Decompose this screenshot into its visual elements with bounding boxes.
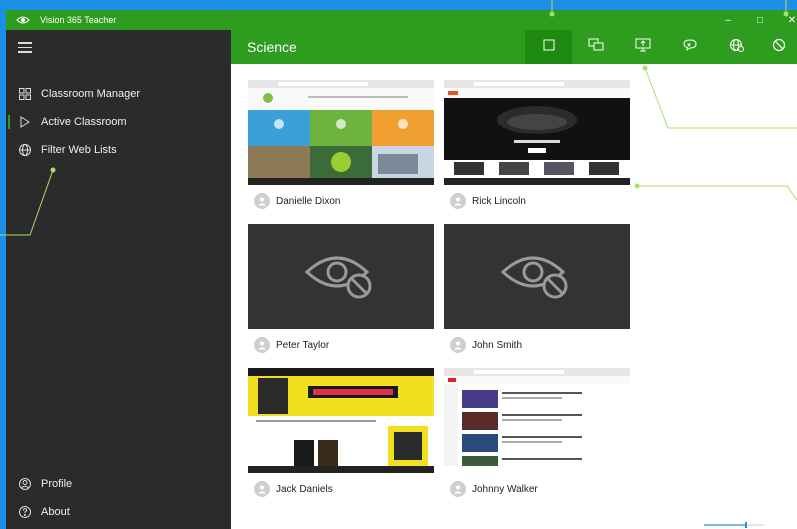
student-tile[interactable]: Danielle Dixon (248, 80, 434, 209)
help-icon (18, 505, 32, 519)
page-title: Science (247, 39, 297, 55)
student-name: Rick Lincoln (472, 195, 526, 207)
student-name-row: Danielle Dixon (248, 192, 340, 210)
student-tile[interactable]: Peter Taylor (248, 224, 434, 353)
student-name-row: John Smith (444, 336, 522, 354)
windows-view-button[interactable] (572, 30, 619, 64)
student-tile[interactable]: Johnny Walker (444, 368, 630, 497)
close-button[interactable]: ✕ (777, 10, 797, 30)
student-name-row: Rick Lincoln (444, 192, 526, 210)
share-screen-icon (635, 38, 651, 57)
student-screen-thumbnail[interactable] (248, 224, 434, 329)
avatar (254, 193, 270, 209)
play-icon (18, 115, 32, 129)
zoom-slider[interactable] (704, 515, 764, 528)
student-screen-thumbnail[interactable] (248, 80, 434, 185)
avatar (450, 481, 466, 497)
thumbnail-view-button[interactable] (525, 30, 572, 64)
block-button[interactable] (760, 30, 797, 64)
avatar (254, 481, 270, 497)
share-screen-button[interactable] (619, 30, 666, 64)
avatar (450, 193, 466, 209)
student-screen-thumbnail[interactable] (444, 224, 630, 329)
hamburger-icon[interactable] (18, 42, 32, 53)
student-name-row: Jack Daniels (248, 480, 333, 498)
screen-hidden-icon (301, 244, 381, 309)
sidebar-item-filter-web-lists[interactable]: Filter Web Lists (6, 136, 231, 164)
sidebar-item-label: About (41, 506, 70, 518)
student-grid: Danielle Dixon Rick Lincoln Peter Taylor… (231, 64, 797, 529)
sidebar-item-classroom-manager[interactable]: Classroom Manager (6, 80, 231, 108)
app-window: Vision 365 Teacher – □ ✕ Classroom Manag… (6, 10, 797, 529)
avatar (254, 337, 270, 353)
app-title: Vision 365 Teacher (40, 15, 117, 25)
grid-icon (18, 87, 32, 101)
message-button[interactable] (666, 30, 713, 64)
sidebar-item-label: Classroom Manager (41, 88, 141, 100)
student-name-row: Peter Taylor (248, 336, 329, 354)
student-name: Peter Taylor (276, 339, 330, 351)
title-bar: Vision 365 Teacher – □ ✕ (6, 10, 797, 30)
sidebar-item-label: Active Classroom (41, 116, 127, 128)
student-screen-thumbnail[interactable] (444, 80, 630, 185)
classroom-header: Science (231, 30, 797, 64)
student-tile[interactable]: Rick Lincoln (444, 80, 630, 209)
sidebar-item-label: Filter Web Lists (41, 144, 117, 156)
person-icon (18, 477, 32, 491)
student-screen-thumbnail[interactable] (444, 368, 630, 473)
sidebar-item-about[interactable]: About (6, 500, 231, 524)
eye-logo-icon (16, 13, 30, 27)
web-filter-icon (729, 38, 745, 57)
student-name: John Smith (472, 339, 523, 351)
student-name: Danielle Dixon (276, 195, 341, 207)
block-icon (772, 38, 786, 57)
windows-view-icon (588, 38, 604, 57)
maximize-button[interactable]: □ (745, 10, 775, 30)
sidebar-item-profile[interactable]: Profile (6, 472, 231, 496)
screen-hidden-icon (497, 244, 577, 309)
student-name-row: Johnny Walker (444, 480, 538, 498)
avatar (450, 337, 466, 353)
minimize-button[interactable]: – (713, 10, 743, 30)
student-name: Johnny Walker (472, 483, 538, 495)
student-screen-thumbnail[interactable] (248, 368, 434, 473)
thumbnail-view-icon (543, 38, 555, 56)
sidebar-item-label: Profile (41, 478, 73, 490)
sidebar: Classroom Manager Active Classroom Filte… (6, 30, 231, 529)
student-tile[interactable]: Jack Daniels (248, 368, 434, 497)
web-filter-button[interactable] (713, 30, 760, 64)
student-name: Jack Daniels (276, 483, 333, 495)
sidebar-item-active-classroom[interactable]: Active Classroom (6, 108, 231, 136)
globe-icon (18, 143, 32, 157)
student-tile[interactable]: John Smith (444, 224, 630, 353)
message-icon (682, 38, 698, 57)
